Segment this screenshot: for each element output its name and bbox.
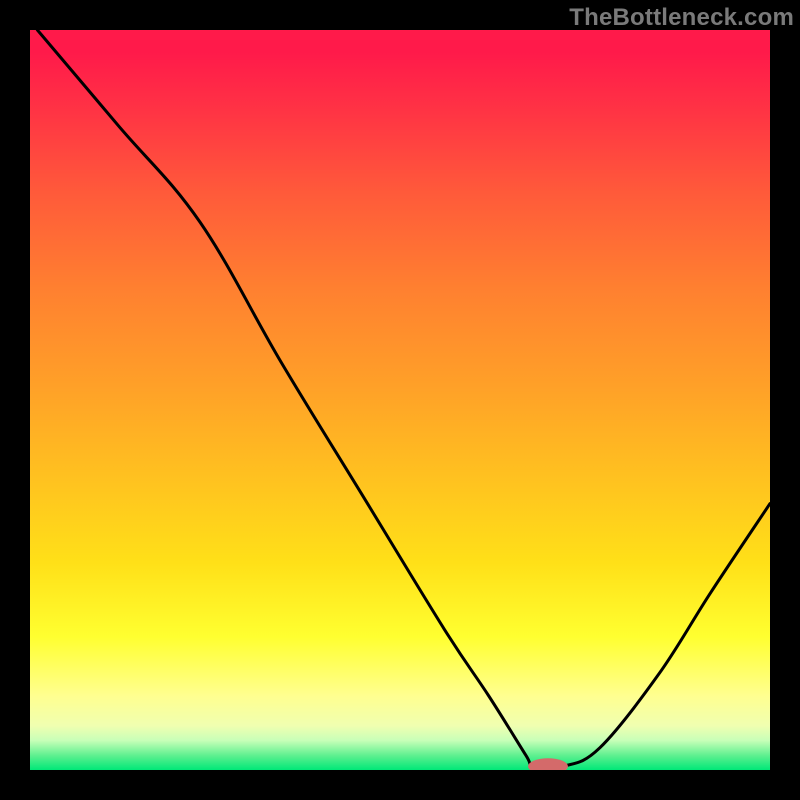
chart-container: TheBottleneck.com [0,0,800,800]
optimum-marker [528,758,568,770]
plot-area [30,30,770,770]
chart-svg [30,30,770,770]
curve-line [37,30,770,768]
bottleneck-curve [37,30,770,768]
attribution-text: TheBottleneck.com [569,4,794,32]
